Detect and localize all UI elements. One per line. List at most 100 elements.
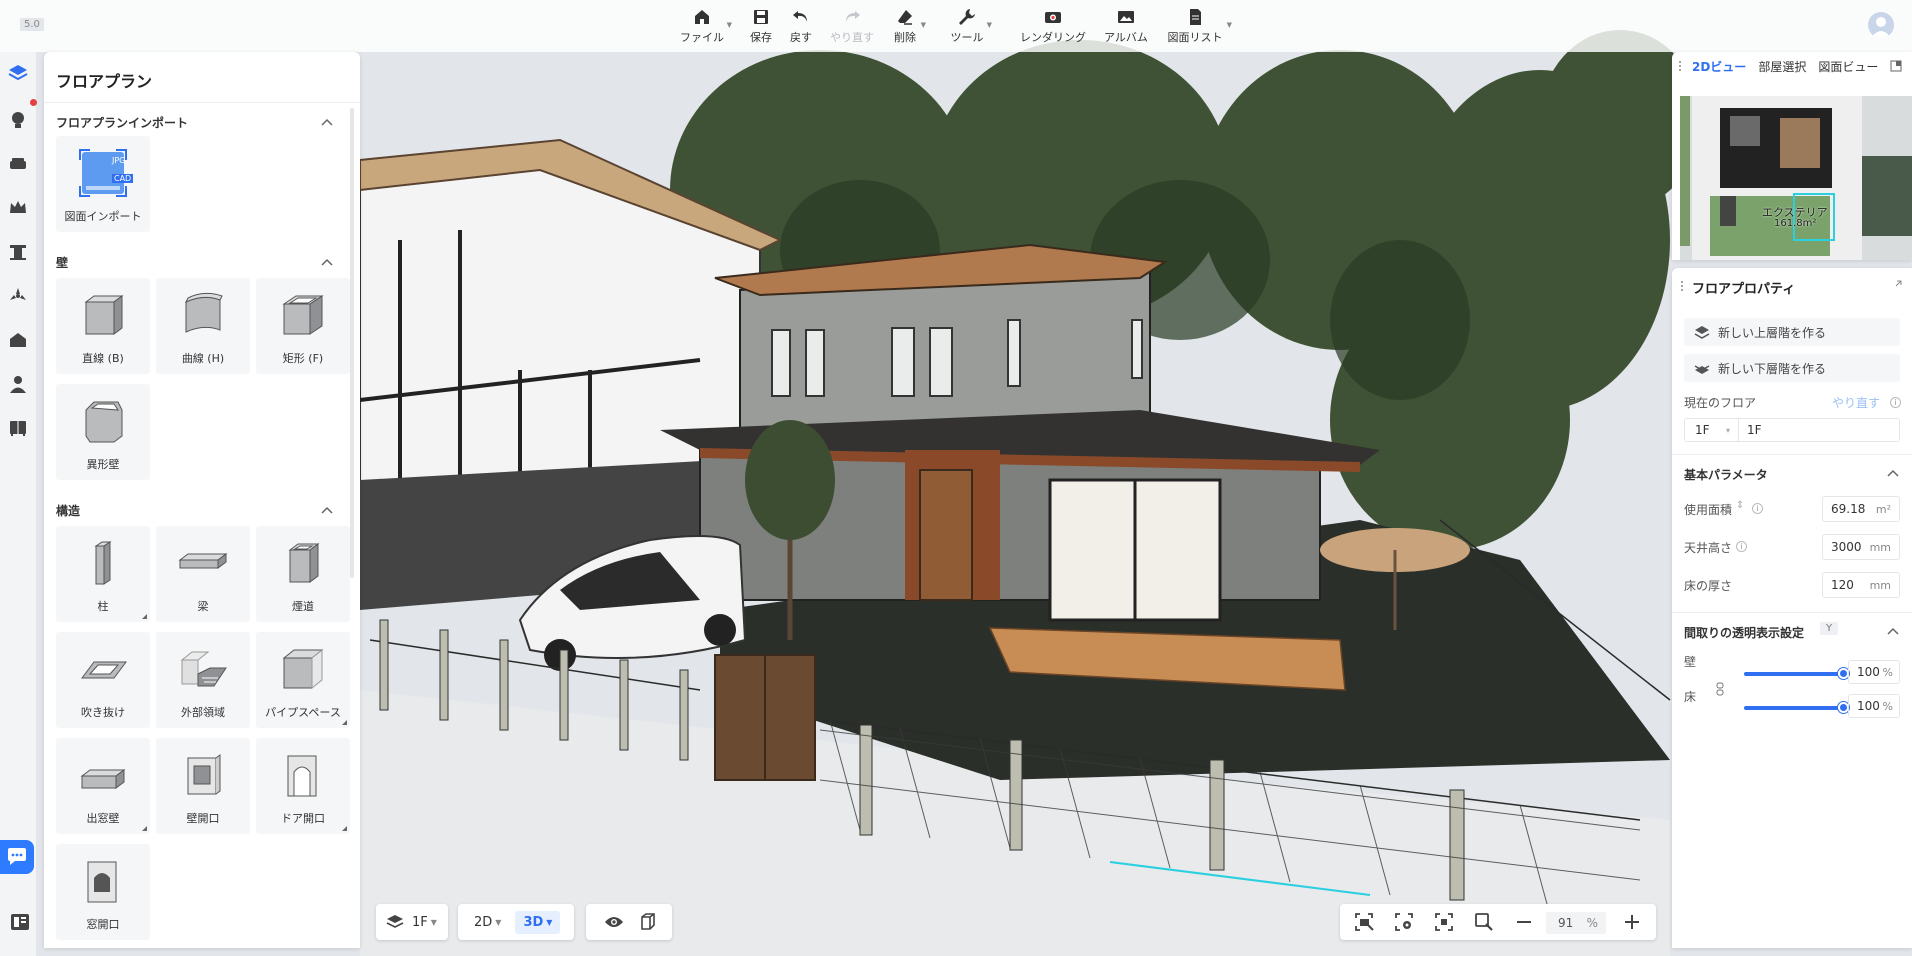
scrollbar[interactable] — [350, 108, 354, 578]
floor-transparency-value[interactable]: 100 % — [1848, 694, 1900, 718]
rectangle-wall-icon — [282, 295, 324, 335]
camera-settings-icon[interactable] — [1394, 912, 1414, 932]
cube-view-icon[interactable] — [638, 913, 656, 931]
user-avatar[interactable] — [1868, 12, 1894, 38]
chevron-up-icon[interactable] — [320, 117, 334, 127]
column-label: 柱 — [97, 600, 109, 613]
wall-opening-button[interactable]: 壁開口 — [156, 738, 250, 834]
column-button[interactable]: 柱 — [56, 526, 150, 622]
section-structure-title: 構造 — [56, 504, 81, 518]
floor-code-value: 1F — [1695, 423, 1710, 437]
lightbulb-icon[interactable] — [6, 108, 30, 132]
drag-handle-icon[interactable] — [1680, 280, 1684, 292]
file-menu[interactable]: ファイル ▼ — [680, 6, 732, 46]
rectangle-wall-button[interactable]: 矩形 (F) — [256, 278, 350, 374]
left-icon-rail — [0, 52, 37, 956]
undo-button[interactable]: 戻す — [788, 6, 814, 46]
album-button[interactable]: アルバム — [1102, 6, 1150, 46]
view-3d-label: 3D — [523, 914, 544, 930]
render-button[interactable]: レンダリング — [1018, 6, 1088, 46]
tab-room-select[interactable]: 部屋選択 — [1758, 58, 1806, 75]
chevron-up-icon[interactable] — [320, 505, 334, 515]
zoom-out-icon[interactable] — [1514, 912, 1534, 932]
new-upper-floor-button[interactable]: 新しい上層階を作る — [1684, 318, 1900, 346]
floor-name-input[interactable]: 1F — [1747, 423, 1762, 437]
fit-view-icon[interactable] — [1434, 912, 1454, 932]
zoom-area-icon[interactable] — [1474, 912, 1494, 932]
import-drawing-button[interactable]: JPG CAD 図面インポート — [56, 136, 150, 232]
ceiling-height-field[interactable]: 3000 mm — [1822, 534, 1900, 560]
expand-corner-icon — [342, 826, 347, 831]
void-button[interactable]: 吹き抜け — [56, 632, 150, 728]
bay-window-wall-button[interactable]: 出窓壁 — [56, 738, 150, 834]
chevron-up-icon[interactable] — [1886, 626, 1900, 636]
expand-icon[interactable] — [1892, 280, 1902, 290]
tab-drawing-view[interactable]: 図面ビュー — [1818, 58, 1878, 75]
crown-icon[interactable] — [6, 196, 30, 220]
panel-toggle-icon[interactable] — [10, 912, 30, 932]
irregular-wall-button[interactable]: 異形壁 — [56, 384, 150, 480]
beam-icon — [178, 553, 228, 569]
redo-link[interactable]: やり直す — [1832, 394, 1880, 411]
straight-wall-icon — [84, 295, 124, 335]
irregular-wall-icon — [85, 401, 123, 443]
window-opening-label: 窓開口 — [86, 918, 120, 931]
cabinet-icon[interactable] — [6, 416, 30, 440]
window-opening-button[interactable]: 窓開口 — [56, 844, 150, 940]
view-2d-button[interactable]: 2D ▼ — [474, 915, 501, 930]
irregular-wall-label: 異形壁 — [86, 458, 120, 471]
area-field[interactable]: 69.18 m² — [1822, 496, 1900, 522]
zoom-in-icon[interactable] — [1622, 912, 1642, 932]
sofa-icon[interactable] — [6, 152, 30, 176]
house-icon[interactable] — [6, 328, 30, 352]
link-icon[interactable] — [1716, 682, 1724, 696]
flue-button[interactable]: 煙道 — [256, 526, 350, 622]
chat-button[interactable] — [0, 840, 34, 874]
chevron-up-icon[interactable] — [1886, 468, 1900, 478]
exterior-area-button[interactable]: 外部領域 — [156, 632, 250, 728]
structure-icon[interactable] — [6, 240, 30, 264]
save-button[interactable]: 保存 — [746, 6, 776, 46]
divider — [1672, 454, 1912, 455]
sort-icon[interactable]: ⇕ — [1736, 500, 1744, 511]
straight-wall-button[interactable]: 直線 (B) — [56, 278, 150, 374]
chevron-up-icon[interactable] — [320, 257, 334, 267]
floor-transparency-slider[interactable] — [1744, 702, 1849, 713]
person-icon[interactable] — [6, 372, 30, 396]
pipe-space-button[interactable]: パイプスペース — [256, 632, 350, 728]
new-lower-floor-button[interactable]: 新しい下層階を作る — [1684, 354, 1900, 382]
view-3d-button[interactable]: 3D ▼ — [515, 910, 561, 934]
minimap-panel: 2Dビュー 部屋選択 図面ビュー エクステリア 161.8m² — [1672, 52, 1912, 260]
select-area-icon[interactable] — [1354, 912, 1374, 932]
eye-icon[interactable] — [604, 915, 624, 929]
redo-label: やり直す — [830, 31, 874, 44]
floor-selector[interactable]: 1F ▼ — [376, 904, 448, 940]
wall-transparency-value[interactable]: 100 % — [1848, 660, 1900, 684]
door-opening-button[interactable]: ドア開口 — [256, 738, 350, 834]
import-drawing-label: 図面インポート — [64, 210, 142, 223]
beam-button[interactable]: 梁 — [156, 526, 250, 622]
delete-button[interactable]: 削除 ▼ — [892, 6, 926, 46]
tools-label: ツール — [950, 31, 984, 44]
tools-menu[interactable]: ツール ▼ — [950, 6, 992, 46]
expand-icon[interactable] — [1890, 60, 1902, 72]
wall-opening-label: 壁開口 — [186, 812, 220, 825]
fan-icon[interactable] — [6, 284, 30, 308]
zoom-value: 91 — [1558, 916, 1574, 930]
curved-wall-button[interactable]: 曲線 (H) — [156, 278, 250, 374]
floor-code-select[interactable]: 1F ▾ — [1685, 419, 1739, 441]
ceiling-label: 天井高さ — [1684, 541, 1733, 555]
floor-thickness-field[interactable]: 120 mm — [1822, 572, 1900, 598]
floorplan-tool-icon[interactable] — [6, 62, 30, 86]
floor-value: 100 — [1857, 699, 1880, 713]
drag-handle-icon[interactable] — [1678, 60, 1682, 72]
drawing-list-menu[interactable]: 図面リスト ▼ — [1166, 6, 1232, 46]
wall-transparency-slider[interactable] — [1744, 668, 1849, 679]
redo-button[interactable]: やり直す — [830, 6, 874, 46]
zoom-input[interactable]: 91 % — [1546, 912, 1606, 934]
window-opening-icon — [87, 861, 117, 903]
minimap-canvas[interactable] — [1680, 96, 1912, 260]
floor-thickness-unit: mm — [1869, 578, 1891, 592]
render-label: レンダリング — [1020, 31, 1086, 44]
tab-2d-view[interactable]: 2Dビュー — [1692, 58, 1746, 75]
